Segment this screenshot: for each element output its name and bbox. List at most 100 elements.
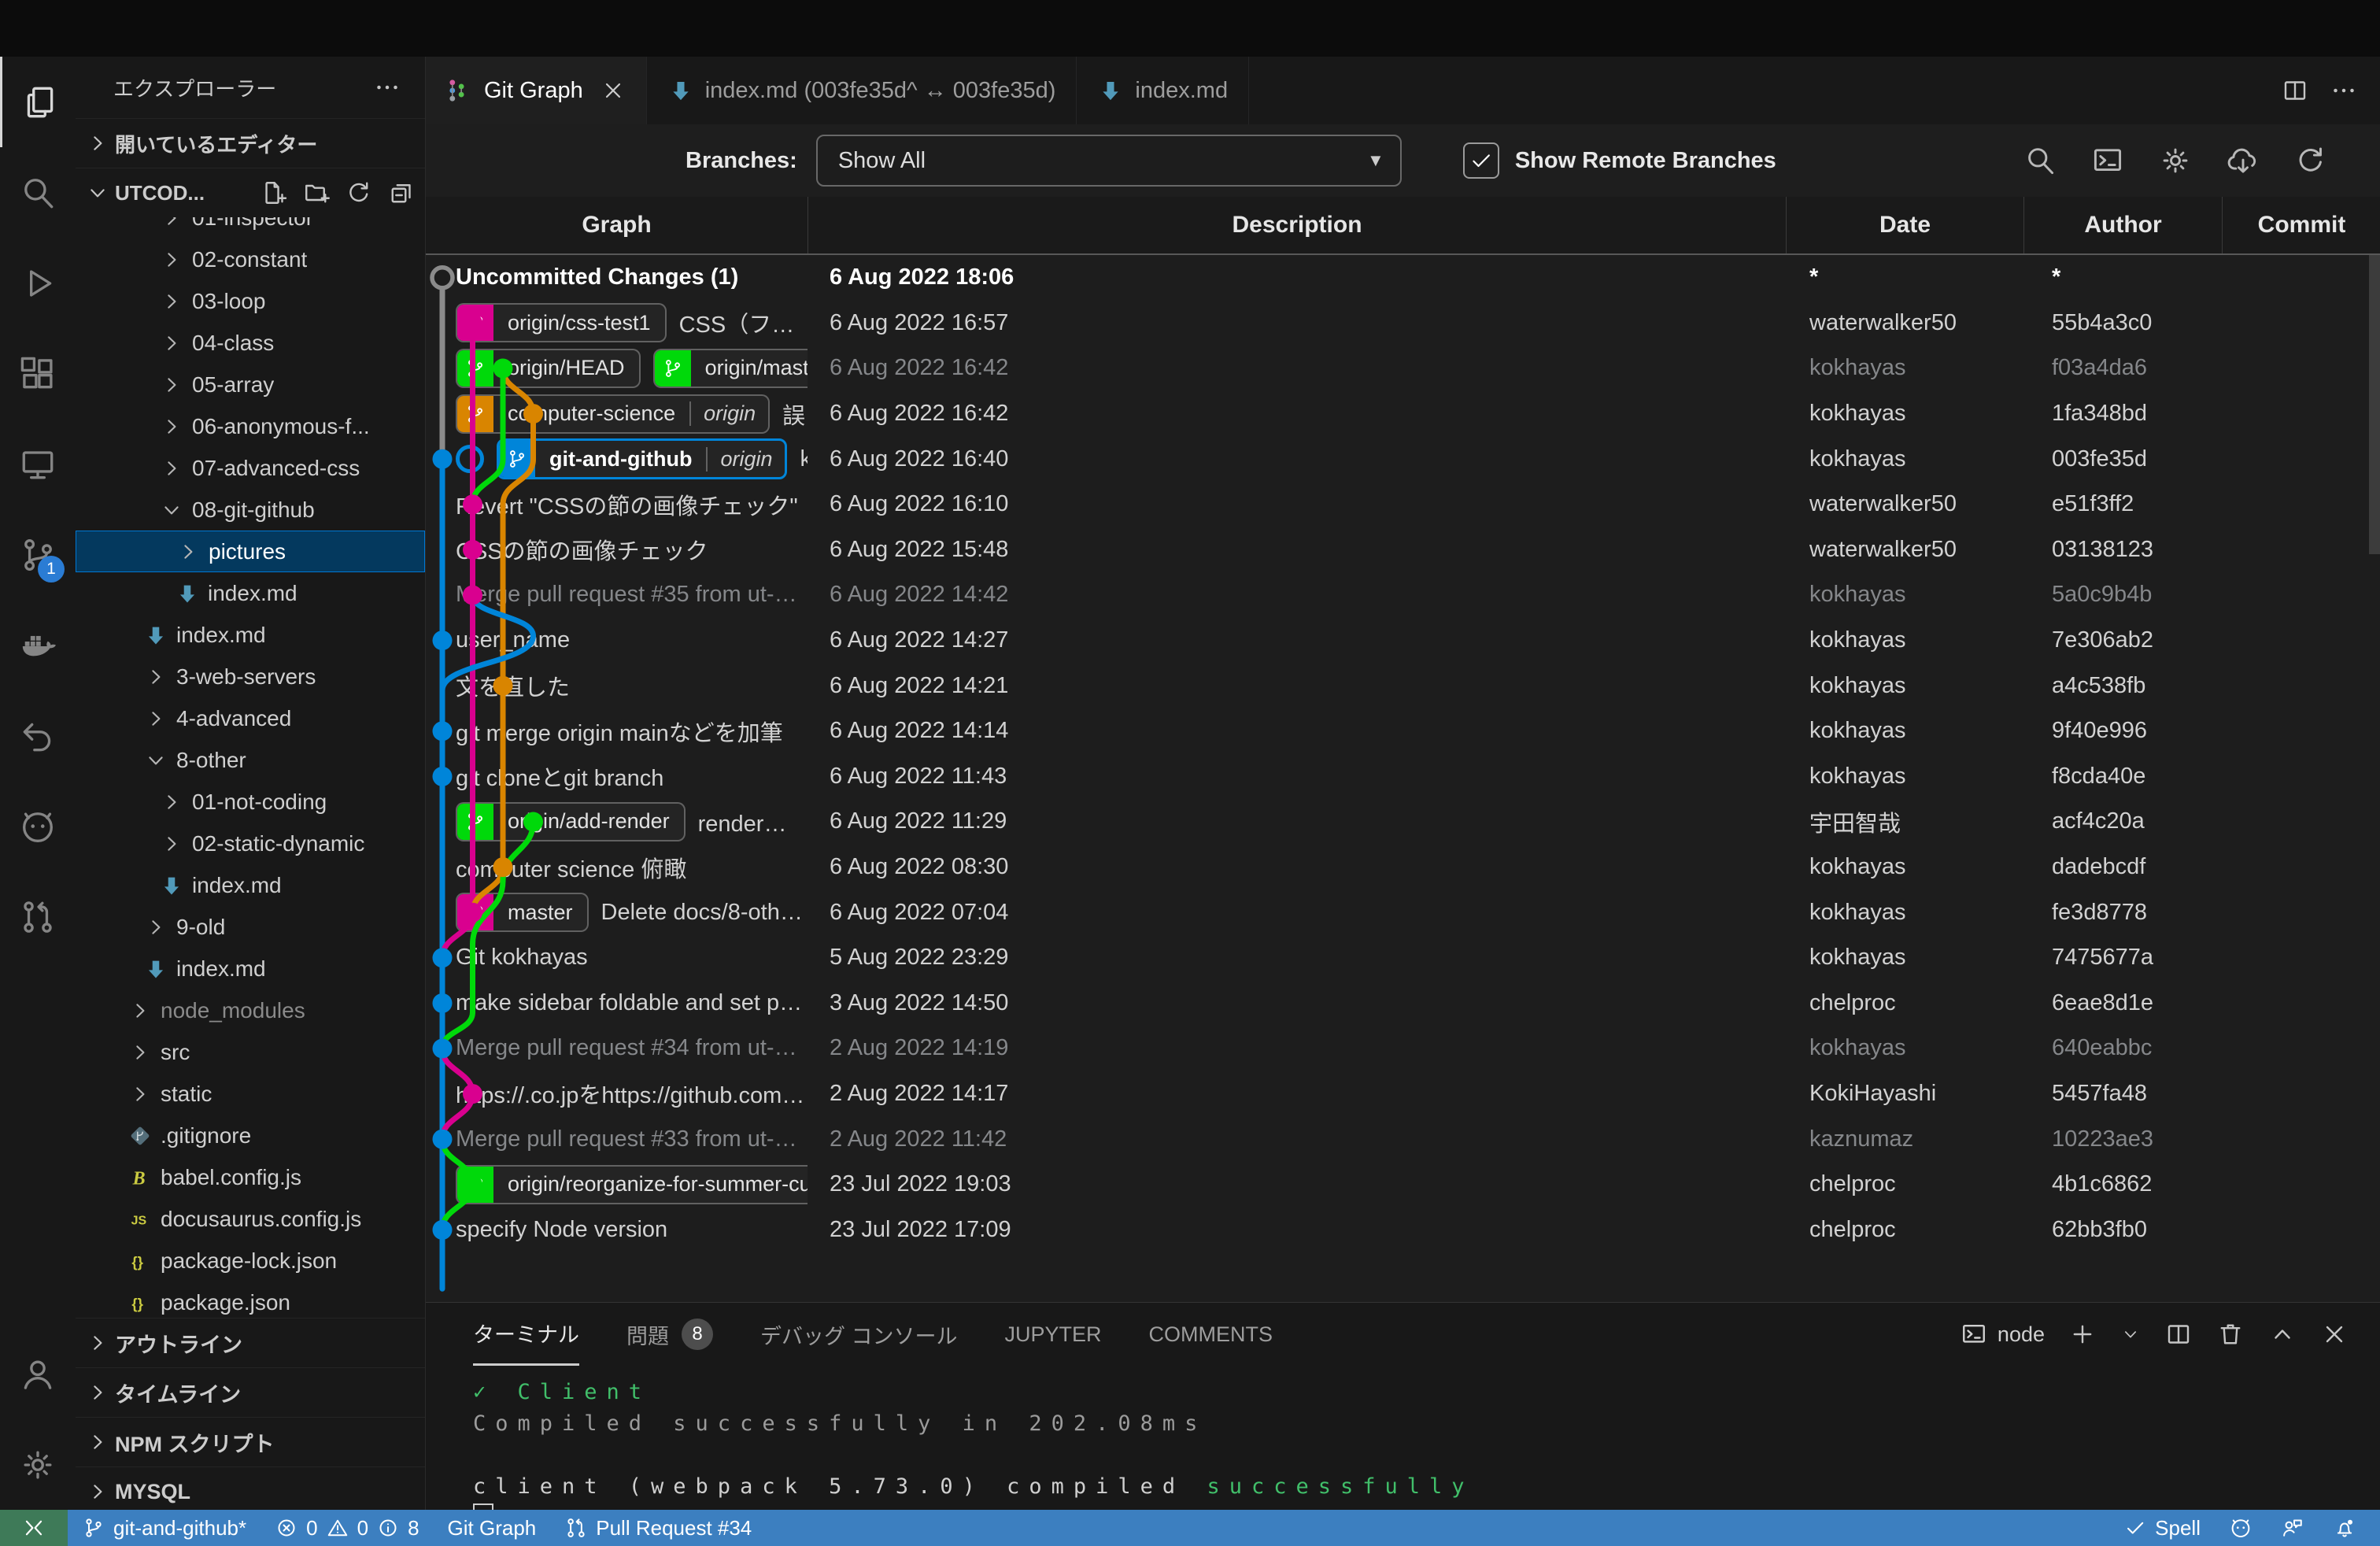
column-graph[interactable]: Graph [426,197,808,253]
split-terminal-icon[interactable] [2164,1320,2193,1348]
tree-item-06-anonymous-f...[interactable]: 06-anonymous-f... [76,405,425,447]
ellipsis-icon[interactable] [2330,76,2358,105]
tree-item-08-git-github[interactable]: 08-git-github [76,489,425,531]
extensions-icon[interactable] [0,328,76,419]
tree-item-src[interactable]: src [76,1031,425,1073]
new-folder-icon[interactable] [302,179,331,207]
sidebar-section-アウトライン[interactable]: アウトライン [76,1318,425,1367]
terminal-shell-selector[interactable]: node [1960,1320,2045,1348]
tree-item-docusaurus.config.js[interactable]: JSdocusaurus.config.js [76,1198,425,1240]
tree-item-static[interactable]: static [76,1073,425,1115]
commit-author: waterwalker50 [1786,310,2023,336]
chevron-down-icon[interactable] [2120,1324,2141,1344]
refresh-icon[interactable] [345,179,373,207]
panel-tab-JUPYTER[interactable]: JUPYTER [1005,1303,1102,1366]
run-debug-icon[interactable] [0,238,76,328]
github-icon[interactable] [0,781,76,871]
tree-item-package-lock.json[interactable]: {}package-lock.json [76,1240,425,1282]
sidebar-section-NPM スクリプト[interactable]: NPM スクリプト [76,1417,425,1466]
remote-explorer-icon[interactable] [0,419,76,509]
tree-item-node_modules[interactable]: node_modules [76,989,425,1031]
notifications-status[interactable] [2319,1516,2371,1540]
tree-item-03-loop[interactable]: 03-loop [76,280,425,322]
tree-item-9-old[interactable]: 9-old [76,906,425,948]
tree-item-index.md[interactable]: index.md [76,614,425,656]
commit-author: kokhayas [1786,673,2023,699]
tree-item-babel.config.js[interactable]: Bbabel.config.js [76,1156,425,1198]
tree-item-.gitignore[interactable]: .gitignore [76,1115,425,1156]
remote-indicator[interactable] [0,1510,68,1546]
settings-icon[interactable] [0,1419,76,1510]
column-commit[interactable]: Commit [2222,197,2380,253]
sidebar-section-MYSQL[interactable]: MYSQL [76,1466,425,1510]
tree-item-3-web-servers[interactable]: 3-web-servers [76,656,425,697]
branch-name: git-and-github* [113,1516,246,1540]
tree-item-label: 8-other [176,748,246,773]
tree-item-07-advanced-css[interactable]: 07-advanced-css [76,447,425,489]
chevron-right-icon [159,289,184,314]
tree-item-01-inspector[interactable]: 01-inspector [76,217,425,239]
panel-tab-デバッグ コンソール[interactable]: デバッグ コンソール [760,1303,958,1366]
panel-tab-ターミナル[interactable]: ターミナル [473,1303,579,1366]
new-file-icon[interactable] [260,179,288,207]
new-terminal-icon[interactable] [2068,1320,2097,1348]
tree-item-02-static-dynamic[interactable]: 02-static-dynamic [76,823,425,864]
split-editor-icon[interactable] [2281,76,2309,105]
tree-item-selected-pictures[interactable]: pictures [76,531,425,572]
tree-item-4-advanced[interactable]: 4-advanced [76,697,425,739]
kill-terminal-icon[interactable] [2216,1320,2245,1348]
explorer-icon[interactable] [0,57,76,147]
branch-status[interactable]: git-and-github* [68,1510,261,1546]
spell-status[interactable]: Spell [2109,1516,2215,1540]
feedback-status[interactable] [2267,1516,2319,1540]
commit-hash: 640eabbc [2023,1035,2222,1061]
branches-dropdown[interactable]: Show All ▼ [816,135,1402,187]
tree-item-8-other[interactable]: 8-other [76,739,425,781]
account-icon[interactable] [0,1329,76,1419]
column-date[interactable]: Date [1786,197,2023,253]
tree-item-04-class[interactable]: 04-class [76,322,425,364]
pull-request-icon[interactable] [0,871,76,962]
fetch-icon[interactable] [2226,143,2260,178]
show-remote-branches-checkbox[interactable] [1463,142,1499,179]
ellipsis-icon[interactable] [373,73,401,102]
maximize-panel-icon[interactable] [2268,1320,2297,1348]
column-author[interactable]: Author [2023,197,2222,253]
tree-item-package.json[interactable]: {}package.json [76,1282,425,1318]
tree-item-05-array[interactable]: 05-array [76,364,425,405]
column-description[interactable]: Description [808,197,1786,253]
problems-status[interactable]: 0 0 8 [261,1510,433,1546]
search-icon[interactable] [0,147,76,238]
tree-item-index.md[interactable]: index.md [76,572,425,614]
scrollbar-thumb[interactable] [2369,255,2380,554]
close-icon[interactable] [601,78,626,103]
git-graph-status[interactable]: Git Graph [434,1510,551,1546]
settings-icon[interactable] [2158,143,2193,178]
github-status[interactable] [2215,1516,2267,1540]
undo-icon[interactable] [0,690,76,781]
tab-Git Graph[interactable]: Git Graph [426,57,647,124]
source-control-icon[interactable]: 1 [0,509,76,600]
refresh-icon[interactable] [2293,143,2328,178]
workspace-section-header[interactable]: UTCOD... [76,168,425,217]
docker-icon[interactable] [0,600,76,690]
tree-item-02-constant[interactable]: 02-constant [76,239,425,280]
collapse-all-icon[interactable] [387,179,416,207]
panel-tab-COMMENTS[interactable]: COMMENTS [1149,1303,1273,1366]
commit-hash: 6eae8d1e [2023,990,2222,1016]
close-panel-icon[interactable] [2320,1320,2349,1348]
pull-request-status[interactable]: Pull Request #34 [550,1510,766,1546]
tree-item-label: 3-web-servers [176,664,316,690]
tree-item-index.md[interactable]: index.md [76,864,425,906]
search-icon[interactable] [2023,143,2057,178]
terminal-icon[interactable] [2090,143,2125,178]
sidebar-section-タイムライン[interactable]: タイムライン [76,1367,425,1417]
tab-index.md (003fe35d^ ↔ 003fe35d)[interactable]: index.md (003fe35d^ ↔ 003fe35d) [647,57,1077,124]
open-editors-section[interactable]: 開いているエディター [76,118,425,168]
panel-tab-問題[interactable]: 問題8 [626,1303,713,1366]
tree-item-01-not-coding[interactable]: 01-not-coding [76,781,425,823]
warning-count: 0 [357,1516,368,1540]
chevron-right-icon [159,372,184,398]
tab-index.md[interactable]: index.md [1077,57,1249,124]
tree-item-index.md[interactable]: index.md [76,948,425,989]
